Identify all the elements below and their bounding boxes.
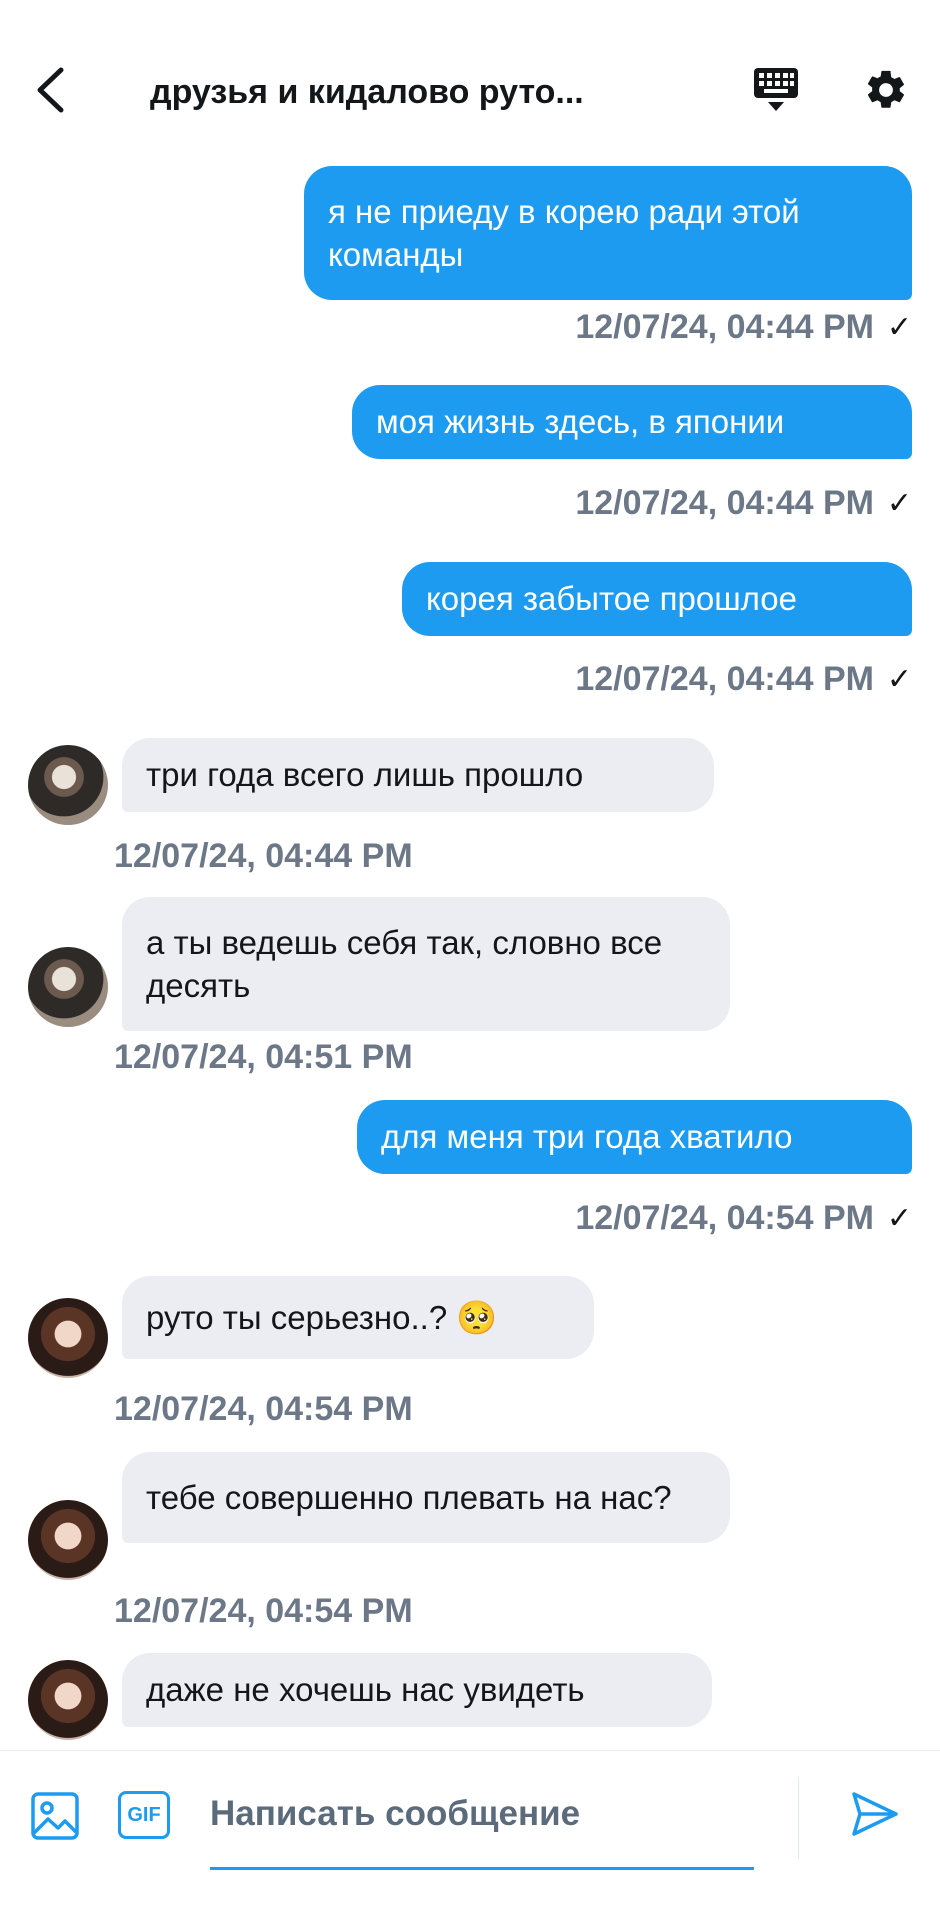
message-text: а ты ведешь себя так, словно все десять — [146, 924, 663, 1004]
incoming-message-bubble[interactable]: руто ты серьезно..? 🥺 — [122, 1276, 594, 1359]
send-icon — [852, 1792, 898, 1836]
avatar[interactable] — [28, 1298, 108, 1378]
message-input[interactable] — [210, 1783, 754, 1845]
message-timestamp: 12/07/24, 04:54 PM — [114, 1390, 413, 1428]
sent-check-icon: ✓ — [886, 487, 912, 520]
outgoing-message-bubble[interactable]: для меня три года хватило — [357, 1100, 912, 1174]
message-timestamp: 12/07/24, 04:44 PM — [575, 308, 874, 346]
sent-check-icon: ✓ — [886, 1202, 912, 1235]
message-text: моя жизнь здесь, в японии — [376, 403, 785, 440]
message-text: даже не хочешь нас увидеть — [146, 1671, 585, 1708]
avatar[interactable] — [28, 947, 108, 1027]
message-text: тебе совершенно плевать на нас? — [146, 1479, 672, 1516]
outgoing-message-bubble[interactable]: корея забытое прошлое — [402, 562, 912, 636]
incoming-message-bubble[interactable]: тебе совершенно плевать на нас? — [122, 1452, 730, 1543]
message-timestamp: 12/07/24, 04:44 PM — [114, 837, 413, 875]
gear-icon — [867, 70, 904, 108]
message-text: корея забытое прошлое — [426, 580, 798, 617]
settings-button[interactable] — [858, 62, 914, 118]
message-text: три года всего лишь прошло — [146, 756, 584, 793]
message-timestamp: 12/07/24, 04:44 PM — [575, 660, 874, 698]
page-title: друзья и кидалово руто... — [150, 73, 584, 111]
incoming-message-bubble[interactable]: три года всего лишь прошло — [122, 738, 714, 812]
incoming-message-bubble[interactable]: а ты ведешь себя так, словно все десять — [122, 897, 730, 1031]
avatar[interactable] — [28, 745, 108, 825]
incoming-message-bubble[interactable]: даже не хочешь нас увидеть — [122, 1653, 712, 1727]
message-timestamp: 12/07/24, 04:54 PM — [575, 1199, 874, 1237]
keyboard-icon — [754, 68, 798, 111]
back-button[interactable] — [28, 62, 72, 118]
input-underline — [210, 1867, 754, 1870]
message-timestamp: 12/07/24, 04:51 PM — [114, 1038, 413, 1076]
avatar[interactable] — [28, 1500, 108, 1580]
gif-icon: GIF — [127, 1803, 161, 1826]
message-timestamp: 12/07/24, 04:54 PM — [114, 1592, 413, 1630]
avatar[interactable] — [28, 1660, 108, 1740]
message-text: я не приеду в корею ради этой команды — [328, 193, 800, 273]
chat-header: друзья и кидалово руто... — [0, 0, 940, 160]
gif-button[interactable]: GIF — [118, 1791, 170, 1839]
image-button[interactable] — [30, 1791, 80, 1841]
chevron-left-icon — [37, 67, 64, 113]
outgoing-message-bubble[interactable]: моя жизнь здесь, в японии — [352, 385, 912, 459]
sent-check-icon: ✓ — [886, 663, 912, 696]
message-text: для меня три года хватило — [381, 1118, 793, 1155]
outgoing-message-bubble[interactable]: я не приеду в корею ради этой команды — [304, 166, 912, 300]
message-composer: GIF — [0, 1750, 940, 1920]
send-button[interactable] — [850, 1789, 902, 1841]
keyboard-button[interactable] — [748, 62, 804, 118]
composer-divider — [798, 1777, 799, 1859]
message-text: руто ты серьезно..? 🥺 — [146, 1299, 498, 1336]
image-icon — [31, 1792, 79, 1840]
sent-check-icon: ✓ — [886, 311, 912, 344]
message-timestamp: 12/07/24, 04:44 PM — [575, 484, 874, 522]
